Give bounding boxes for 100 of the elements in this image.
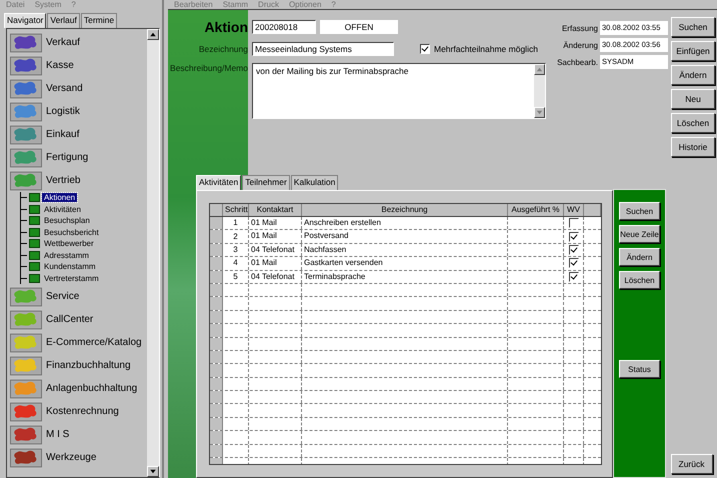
number-field[interactable]: 200208018 (252, 20, 316, 34)
checkbox[interactable] (420, 44, 430, 54)
module-label[interactable]: Versand (46, 83, 83, 94)
status-button[interactable]: Status (619, 360, 660, 378)
column-header[interactable]: Kontaktart (249, 204, 302, 216)
row-header[interactable] (210, 244, 223, 256)
scrollbar[interactable] (147, 29, 159, 477)
table-cell: 2 (223, 230, 249, 243)
row-header[interactable] (210, 324, 223, 337)
field-label: Beschreibung/Memo (169, 63, 248, 73)
checkbox[interactable] (568, 218, 578, 228)
action-button[interactable]: Ändern (671, 65, 715, 85)
detail-tab[interactable]: Teilnehmer (242, 175, 290, 190)
tree-item[interactable]: Wettbewerber (42, 239, 96, 248)
column-header[interactable]: Ausgeführt % (508, 204, 564, 216)
detail-tab[interactable]: Aktivitäten (196, 175, 242, 190)
row-header[interactable] (210, 297, 223, 310)
row-header[interactable] (210, 310, 223, 324)
puzzle-icon[interactable] (10, 78, 42, 98)
puzzle-icon[interactable] (10, 32, 42, 52)
row-header[interactable] (210, 350, 223, 364)
grid-button[interactable]: Neue Zeile (619, 225, 660, 243)
action-button[interactable]: Suchen (671, 17, 715, 37)
puzzle-icon[interactable] (10, 102, 42, 122)
grid-button[interactable]: Löschen (619, 271, 660, 289)
tree-item[interactable]: Vertreterstamm (42, 274, 101, 283)
puzzle-icon[interactable] (10, 332, 42, 352)
module-label[interactable]: Werkzeuge (46, 452, 96, 463)
folder-icon (29, 228, 40, 237)
row-header[interactable] (210, 217, 223, 230)
row-header[interactable] (210, 284, 223, 296)
tree-item[interactable]: Aktivitäten (42, 204, 83, 214)
puzzle-icon[interactable] (10, 310, 42, 330)
row-header[interactable] (210, 431, 223, 444)
tree-item[interactable]: Besuchsbericht (42, 228, 101, 237)
module-label[interactable]: Vertrieb (46, 175, 80, 186)
grid-button[interactable]: Ändern (619, 248, 660, 266)
module-label[interactable]: Finanzbuchhaltung (46, 360, 131, 371)
module-label[interactable]: Logistik (46, 106, 80, 117)
puzzle-icon[interactable] (10, 56, 42, 76)
puzzle-icon[interactable] (10, 286, 42, 306)
puzzle-icon[interactable] (10, 124, 42, 144)
puzzle-icon[interactable] (10, 378, 42, 398)
action-button[interactable]: Einfügen (671, 41, 715, 61)
module-label[interactable]: Kasse (46, 60, 74, 71)
puzzle-icon[interactable] (10, 356, 42, 376)
navigator-tab[interactable]: Termine (80, 13, 118, 28)
module-label[interactable]: CallCenter (46, 314, 94, 325)
tree-item[interactable]: Aktionen (42, 193, 78, 202)
action-button[interactable]: Löschen (671, 113, 715, 133)
row-header[interactable] (210, 338, 223, 350)
row-header[interactable] (210, 257, 223, 270)
scroll-down-button[interactable] (534, 107, 545, 118)
row-header[interactable] (210, 404, 223, 417)
field-label: Bezeichnung (198, 44, 248, 54)
row-header[interactable] (210, 378, 223, 390)
row-header[interactable] (210, 270, 223, 283)
checkbox[interactable] (568, 258, 578, 268)
action-button[interactable]: Neu (671, 89, 715, 109)
back-button[interactable]: Zurück (670, 454, 712, 474)
puzzle-icon[interactable] (10, 170, 42, 190)
tree-item[interactable]: Kundenstamm (42, 262, 98, 272)
row-header[interactable] (210, 444, 223, 458)
checkbox[interactable] (568, 244, 578, 255)
table-cell: 1 (223, 217, 249, 230)
row-header[interactable] (210, 230, 223, 243)
tree-item[interactable]: Adresstamm (42, 250, 91, 260)
puzzle-icon[interactable] (10, 148, 42, 168)
scroll-down-button[interactable] (147, 466, 159, 477)
row-header[interactable] (210, 391, 223, 404)
scroll-up-button[interactable] (147, 29, 159, 40)
row-header[interactable] (210, 364, 223, 377)
navigator-tab[interactable]: Verlauf (47, 13, 80, 28)
module-label[interactable]: Kostenrechnung (46, 406, 119, 417)
scroll-up-button[interactable] (534, 64, 545, 75)
navigator-tab[interactable]: Navigator (4, 13, 46, 28)
puzzle-icon[interactable] (10, 402, 42, 422)
table-cell: 04 Telefonat (249, 270, 302, 283)
action-button[interactable]: Historie (671, 137, 715, 157)
column-header[interactable]: Bezeichnung (302, 204, 508, 216)
puzzle-icon[interactable] (10, 424, 42, 444)
checkbox[interactable] (568, 272, 578, 282)
puzzle-icon[interactable] (10, 448, 42, 468)
name-field[interactable]: Messeeinladung Systems (252, 42, 394, 56)
checkbox[interactable] (568, 232, 578, 242)
module-label[interactable]: Einkauf (46, 129, 80, 140)
memo-field[interactable]: von der Mailing bis zur Terminabsprache (252, 63, 546, 119)
row-header[interactable] (210, 418, 223, 430)
module-label[interactable]: Service (46, 291, 80, 302)
tree-item[interactable]: Besuchsplan (42, 216, 92, 226)
module-label[interactable]: Anlagenbuchhaltung (46, 383, 138, 394)
detail-tab[interactable]: Kalkulation (290, 175, 338, 190)
module-label[interactable]: Verkauf (46, 37, 80, 48)
module-label[interactable]: M I S (46, 429, 70, 440)
grid-button[interactable]: Suchen (619, 202, 660, 220)
column-header[interactable]: Schritt (223, 204, 249, 216)
module-label[interactable]: Fertigung (46, 152, 88, 163)
table-cell: Nachfassen (302, 244, 508, 256)
module-label[interactable]: E-Commerce/Katalog (46, 337, 142, 348)
column-header[interactable]: WV (564, 204, 584, 216)
